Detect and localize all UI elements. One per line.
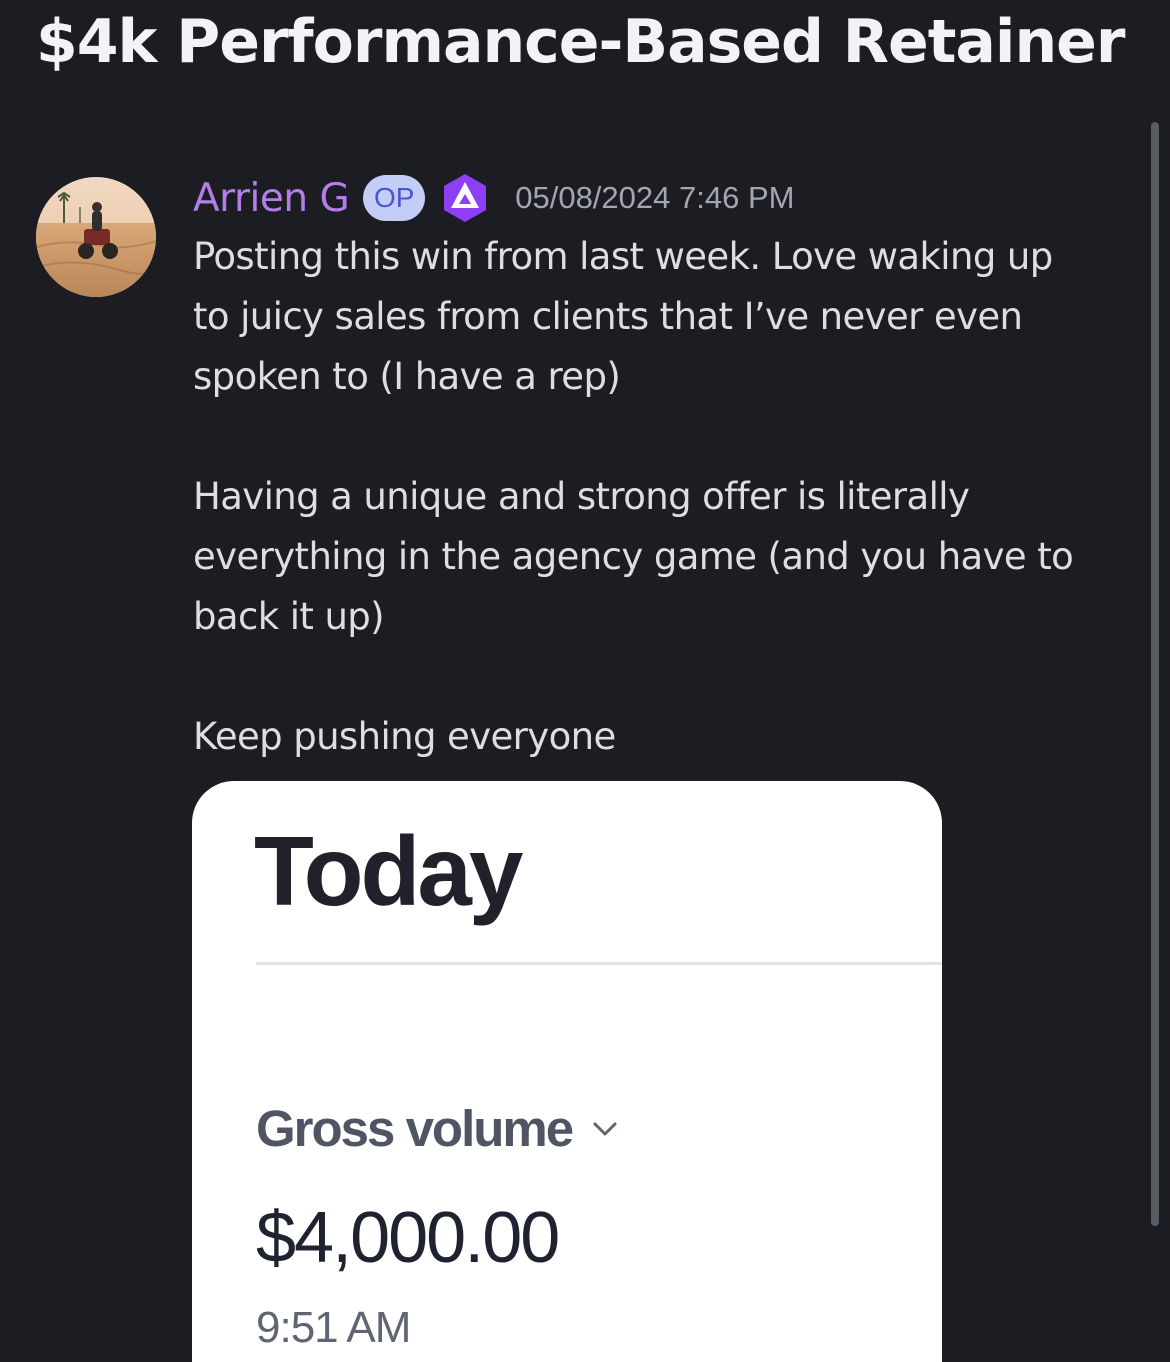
op-badge: OP [363,175,426,221]
author-name[interactable]: Arrien G [193,176,350,221]
message-paragraph: Keep pushing everyone [193,715,616,758]
attachment-heading: Today [254,816,523,926]
message-header: Arrien G OP 05/08/2024 7:46 PM [193,170,794,226]
message-paragraph: Having a unique and strong offer is lite… [193,475,1074,638]
thread-title: $4k Performance-Based Retainer [36,7,1125,77]
avatar[interactable] [36,177,156,297]
attachment-divider [256,962,942,965]
role-icon[interactable] [439,172,491,224]
message-body: Posting this win from last week. Love wa… [193,227,1143,767]
metric-label: Gross volume [256,1100,574,1157]
avatar-image [36,177,156,297]
message-timestamp: 05/08/2024 7:46 PM [515,180,795,215]
chevron-down-icon [592,1120,618,1138]
thread-view: $4k Performance-Based Retainer Arrien G … [0,0,1170,1362]
message-paragraph: Posting this win from last week. Love wa… [193,235,1053,398]
image-attachment[interactable]: Today Gross volume $4,000.00 9:51 AM [192,781,942,1362]
amount-time: 9:51 AM [256,1303,411,1352]
scrollbar[interactable] [1151,122,1159,1226]
metric-row: Gross volume [256,1097,618,1161]
gross-volume-amount: $4,000.00 [256,1198,560,1278]
